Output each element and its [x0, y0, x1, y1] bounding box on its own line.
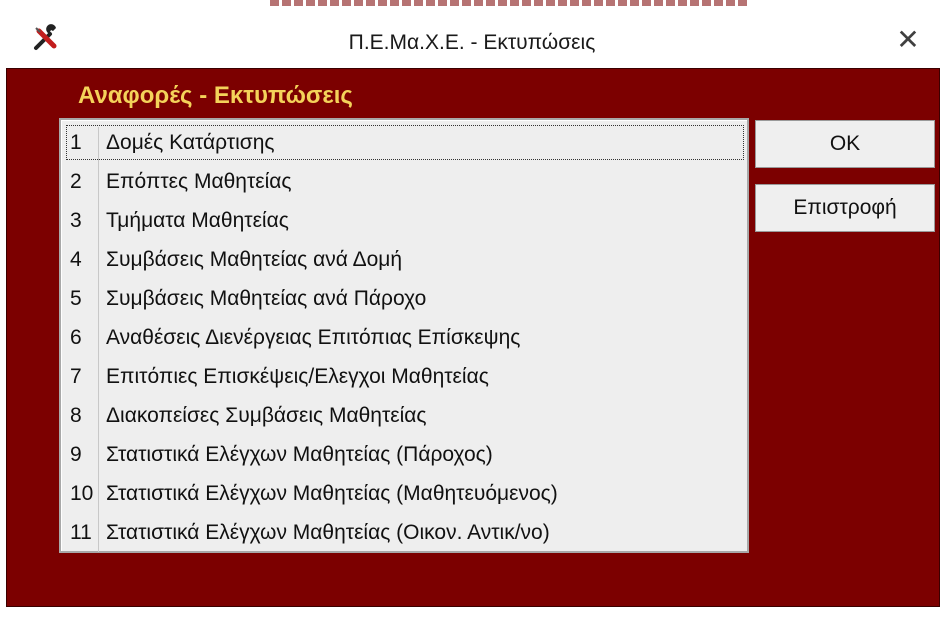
list-item[interactable]: 11 Στατιστικά Ελέγχων Μαθητείας (Οικον. Α…: [66, 515, 744, 550]
list-item-label: Συμβάσεις Μαθητείας ανά Δομή: [106, 248, 403, 271]
list-item[interactable]: 1 Δομές Κατάρτισης: [66, 125, 744, 160]
list-item-label: Στατιστικά Ελέγχων Μαθητείας (Οικον. Αντ…: [106, 521, 550, 544]
list-item-number: 1: [70, 131, 82, 154]
list-item-label: Τμήματα Μαθητείας: [106, 209, 289, 232]
list-item-number: 11: [70, 521, 92, 544]
list-item-number: 9: [70, 443, 82, 466]
list-item-label: Στατιστικά Ελέγχων Μαθητείας (Μαθητευόμε…: [106, 482, 558, 505]
list-item[interactable]: 5 Συμβάσεις Μαθητείας ανά Πάροχο: [66, 281, 744, 316]
ok-button[interactable]: OK: [755, 120, 935, 168]
list-item[interactable]: 4 Συμβάσεις Μαθητείας ανά Δομή: [66, 242, 744, 277]
list-item-number: 8: [70, 404, 82, 427]
list-item[interactable]: 10 Στατιστικά Ελέγχων Μαθητείας (Μαθητευό…: [66, 476, 744, 511]
list-item-number: 6: [70, 326, 82, 349]
panel-heading: Αναφορές - Εκτυπώσεις: [78, 82, 353, 109]
back-button[interactable]: Επιστροφή: [755, 184, 935, 232]
list-item-number: 7: [70, 365, 82, 388]
list-item[interactable]: 6 Αναθέσεις Διενέργειας Επιτόπιας Επίσκεψ…: [66, 320, 744, 355]
close-icon[interactable]: ✕: [890, 22, 926, 58]
list-item-number: 5: [70, 287, 82, 310]
list-item[interactable]: 7 Επιτόπιες Επισκέψεις/Ελεγχοι Μαθητείας: [66, 359, 744, 394]
report-list[interactable]: 1 Δομές Κατάρτισης 2 Επόπτες Μαθητείας 3 Τμήμ…: [59, 118, 749, 553]
list-item-number: 2: [70, 170, 82, 193]
list-item-label: Συμβάσεις Μαθητείας ανά Πάροχο: [106, 287, 427, 310]
list-item[interactable]: 9 Στατιστικά Ελέγχων Μαθητείας (Πάροχος): [66, 437, 744, 472]
list-item[interactable]: 2 Επόπτες Μαθητείας: [66, 164, 744, 199]
list-item-number: 4: [70, 248, 82, 271]
background-window-edge: [270, 0, 750, 6]
list-item-label: Επιτόπιες Επισκέψεις/Ελεγχοι Μαθητείας: [106, 365, 489, 388]
report-list-body: 1 Δομές Κατάρτισης 2 Επόπτες Μαθητείας 3 Τμήμ…: [64, 123, 744, 552]
list-item-number: 10: [70, 482, 94, 505]
list-item[interactable]: 3 Τμήματα Μαθητείας: [66, 203, 744, 238]
list-item-label: Αναθέσεις Διενέργειας Επιτόπιας Επίσκεψη…: [106, 326, 521, 349]
list-item-label: Επόπτες Μαθητείας: [106, 170, 292, 193]
list-item-label: Διακοπείσες Συμβάσεις Μαθητείας: [106, 404, 427, 427]
window-title: Π.Ε.Μα.Χ.Ε. - Εκτυπώσεις: [348, 31, 596, 54]
list-item-number: 3: [70, 209, 82, 232]
list-item-label: Στατιστικά Ελέγχων Μαθητείας (Πάροχος): [106, 443, 493, 466]
list-item-label: Δομές Κατάρτισης: [106, 131, 275, 154]
title-bar[interactable]: Π.Ε.Μα.Χ.Ε. - Εκτυπώσεις ✕: [0, 8, 944, 68]
list-item[interactable]: 8 Διακοπείσες Συμβάσεις Μαθητείας: [66, 398, 744, 433]
